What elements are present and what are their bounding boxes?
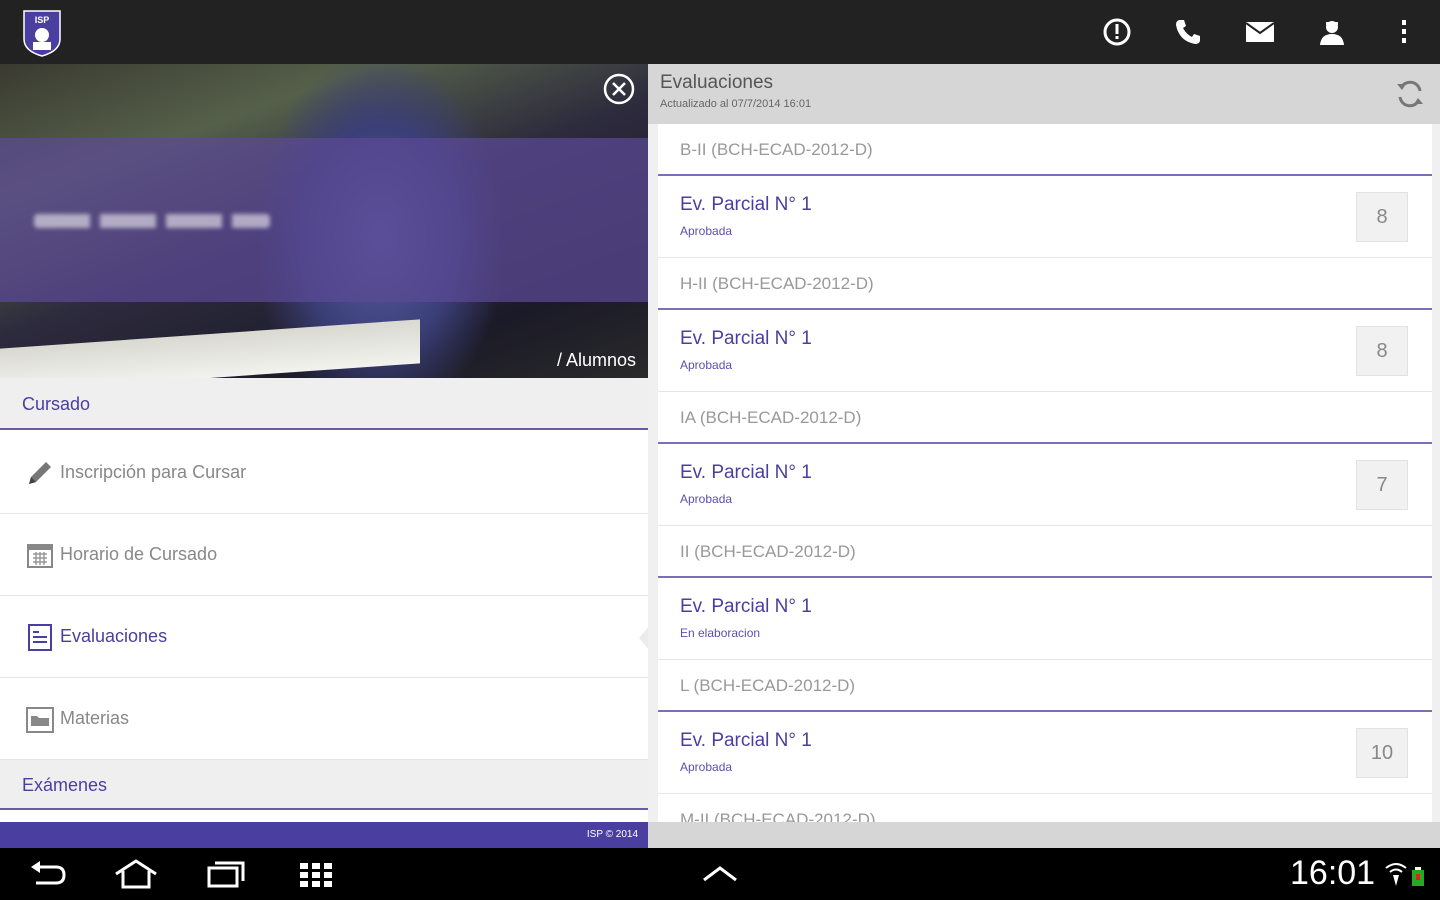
evaluation-status: Aprobada — [680, 760, 733, 774]
menu-item-inscripcion[interactable]: Inscripción para Cursar — [0, 432, 648, 514]
hero-image: / Alumnos — [0, 64, 648, 378]
evaluation-row[interactable]: Ev. Parcial N° 1 Aprobada 8 — [658, 310, 1432, 392]
section-cursado: Cursado — [0, 378, 648, 430]
recent-apps-icon[interactable] — [202, 856, 250, 892]
subject-header: II (BCH-ECAD-2012-D) — [658, 526, 1432, 578]
subject-header: B-II (BCH-ECAD-2012-D) — [658, 124, 1432, 176]
evaluation-row[interactable]: Ev. Parcial N° 1 Aprobada 7 — [658, 444, 1432, 526]
menu-item-label: Evaluaciones — [60, 626, 168, 646]
subject-header: L (BCH-ECAD-2012-D) — [658, 660, 1432, 712]
pencil-icon — [24, 457, 56, 489]
drawer-footer: ISP © 2014 — [0, 822, 648, 848]
subject-header: IA (BCH-ECAD-2012-D) — [658, 392, 1432, 444]
menu-item-label: Inscripción para Cursar — [60, 462, 247, 482]
section-examenes: Exámenes — [0, 760, 648, 810]
evaluation-status: En elaboracion — [680, 626, 761, 640]
system-nav-bar: 16:01 — [0, 848, 1440, 900]
system-clock: 16:01 — [1290, 854, 1376, 892]
menu-item-label: Horario de Cursado — [60, 544, 218, 564]
navigation-drawer: / Alumnos Cursado Inscripción para Cursa… — [0, 64, 648, 848]
grade-badge: 7 — [1356, 460, 1408, 510]
action-bar: ISP — [0, 0, 1440, 64]
phone-icon[interactable] — [1168, 12, 1208, 52]
blurred-user-name — [34, 214, 270, 228]
evaluation-title: Ev. Parcial N° 1 — [680, 462, 812, 483]
evaluation-status: Aprobada — [680, 224, 733, 238]
close-icon[interactable] — [602, 72, 636, 106]
evaluaciones-list: B-II (BCH-ECAD-2012-D) Ev. Parcial N° 1 … — [658, 124, 1432, 846]
evaluation-title: Ev. Parcial N° 1 — [680, 730, 812, 751]
panel-footer — [648, 822, 1440, 848]
evaluation-status: Aprobada — [680, 492, 733, 506]
screen: ISP / Alumnos Cursado Inscripción para C… — [0, 0, 1440, 900]
menu-item-label: Materias — [60, 708, 130, 728]
chevron-up-icon[interactable] — [696, 856, 744, 892]
app-logo[interactable]: ISP — [22, 9, 62, 57]
folder-icon — [24, 703, 56, 735]
evaluation-title: Ev. Parcial N° 1 — [680, 328, 812, 349]
calendar-icon — [24, 539, 56, 571]
menu-item-evaluaciones[interactable]: Evaluaciones — [0, 596, 648, 678]
status-icons — [1385, 863, 1424, 886]
panel-header: Evaluaciones Actualizado al 07/7/2014 16… — [648, 64, 1440, 124]
updated-timestamp: Actualizado al 07/7/2014 16:01 — [660, 98, 812, 110]
evaluation-title: Ev. Parcial N° 1 — [680, 194, 812, 215]
grade-badge: 8 — [1356, 192, 1408, 242]
overflow-menu-icon[interactable] — [1384, 12, 1424, 52]
evaluation-status: Aprobada — [680, 358, 733, 372]
evaluaciones-panel: Evaluaciones Actualizado al 07/7/2014 16… — [648, 64, 1440, 848]
app-grid-icon[interactable] — [292, 856, 340, 892]
grade-badge: 10 — [1356, 728, 1408, 778]
history-icon[interactable] — [1097, 12, 1137, 52]
user-icon[interactable] — [1312, 12, 1352, 52]
evaluation-row[interactable]: Ev. Parcial N° 1 En elaboracion — [658, 578, 1432, 660]
home-icon[interactable] — [112, 856, 160, 892]
evaluation-row[interactable]: Ev. Parcial N° 1 Aprobada 8 — [658, 176, 1432, 258]
refresh-icon[interactable] — [1394, 78, 1426, 110]
mail-icon[interactable] — [1240, 12, 1280, 52]
subject-header: H-II (BCH-ECAD-2012-D) — [658, 258, 1432, 310]
menu-item-horario[interactable]: Horario de Cursado — [0, 514, 648, 596]
evaluation-title: Ev. Parcial N° 1 — [680, 596, 812, 617]
logo-text: ISP — [35, 15, 50, 25]
hero-caption: / Alumnos — [556, 350, 636, 370]
grade-badge: 8 — [1356, 326, 1408, 376]
panel-title: Evaluaciones — [660, 72, 774, 93]
evaluation-row[interactable]: Ev. Parcial N° 1 Aprobada 10 — [658, 712, 1432, 794]
back-icon[interactable] — [24, 856, 72, 892]
menu-item-materias[interactable]: Materias — [0, 678, 648, 760]
document-icon — [24, 621, 56, 653]
active-indicator — [639, 626, 648, 650]
